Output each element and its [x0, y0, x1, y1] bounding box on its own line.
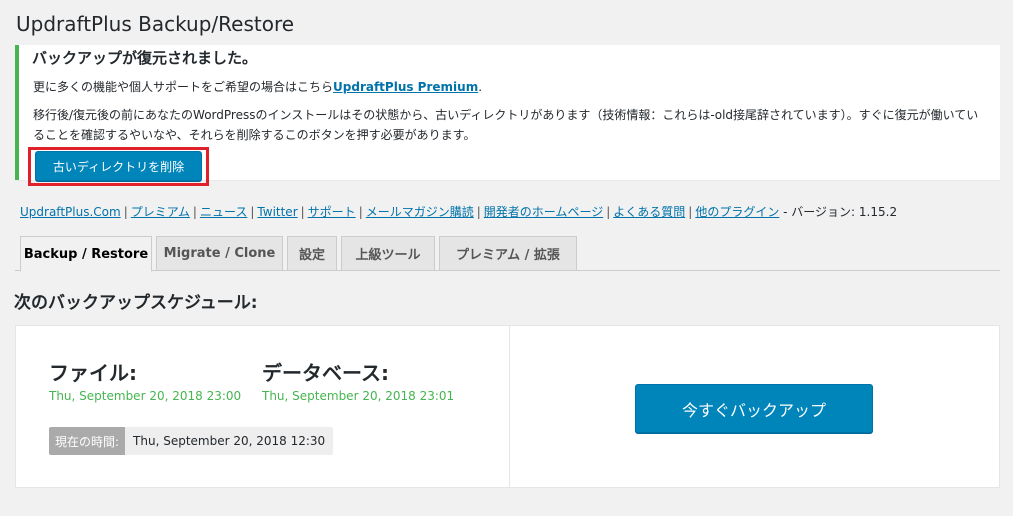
link-developer-homepage[interactable]: 開発者のホームページ	[484, 205, 603, 219]
old-directories-message: 移行後/復元後の前にあなたのWordPressのインストールはその状態から、古い…	[33, 108, 979, 142]
tab-settings[interactable]: 設定	[287, 236, 337, 271]
tab-migrate-clone[interactable]: Migrate / Clone	[156, 236, 283, 271]
link-separator: |	[250, 205, 255, 219]
link-updraftplus-com[interactable]: UpdraftPlus.Com	[20, 205, 121, 219]
premium-promo-end: .	[478, 80, 483, 94]
current-time: 現在の時間: Thu, September 20, 2018 12:30	[49, 427, 334, 455]
link-separator: |	[606, 205, 611, 219]
plugin-links-row: UpdraftPlus.Com | プレミアム | ニュース | Twitter | サポート |…	[20, 203, 897, 220]
link-premium[interactable]: プレミアム	[131, 205, 190, 219]
link-news[interactable]: ニュース	[200, 205, 247, 219]
schedule-heading: 次のバックアップスケジュール:	[14, 293, 258, 313]
link-newsletter[interactable]: メールマガジン購読	[366, 205, 474, 219]
panel-divider	[509, 326, 510, 487]
link-other-plugins[interactable]: 他のプラグイン	[695, 205, 779, 219]
current-time-value: Thu, September 20, 2018 12:30	[125, 427, 334, 455]
notice-title: バックアップが復元されました。	[32, 49, 258, 67]
restore-success-notice: バックアップが復元されました。 更に多くの機能や個人サポートをご希望の場合はこち…	[15, 45, 1000, 186]
version-text: - バージョン: 1.15.2	[783, 205, 898, 219]
database-next-date: Thu, September 20, 2018 23:01	[262, 389, 455, 403]
updraftplus-premium-link[interactable]: UpdraftPlus Premium	[333, 80, 478, 94]
tab-backup-restore[interactable]: Backup / Restore	[20, 236, 152, 272]
premium-promo-text: 更に多くの機能や個人サポートをご希望の場合はこちらUpdraftPlus Pre…	[33, 78, 482, 95]
tab-premium-extensions[interactable]: プレミアム / 拡張	[439, 236, 577, 271]
page-title: UpdraftPlus Backup/Restore	[16, 12, 295, 36]
link-separator: |	[358, 205, 363, 219]
link-faq[interactable]: よくある質問	[613, 205, 685, 219]
delete-old-directories-button[interactable]: 古いディレクトリを削除	[35, 151, 202, 181]
link-separator: |	[688, 205, 693, 219]
database-label: データベース:	[262, 361, 389, 385]
link-separator: |	[192, 205, 197, 219]
nav-tabs: Backup / Restore Migrate / Clone 設定 上級ツー…	[15, 236, 1000, 272]
link-twitter[interactable]: Twitter	[257, 205, 297, 219]
link-support[interactable]: サポート	[308, 205, 356, 219]
tab-advanced-tools[interactable]: 上級ツール	[341, 236, 435, 271]
backup-now-button[interactable]: 今すぐバックアップ	[635, 384, 873, 433]
link-separator: |	[300, 205, 305, 219]
schedule-panel: ファイル: Thu, September 20, 2018 23:00 データベ…	[15, 325, 1000, 488]
premium-promo-label: 更に多くの機能や個人サポートをご希望の場合はこちら	[33, 80, 334, 94]
link-separator: |	[476, 205, 481, 219]
files-label: ファイル:	[49, 361, 137, 385]
current-time-label: 現在の時間:	[49, 427, 126, 455]
link-separator: |	[123, 205, 128, 219]
files-next-date: Thu, September 20, 2018 23:00	[49, 389, 242, 403]
